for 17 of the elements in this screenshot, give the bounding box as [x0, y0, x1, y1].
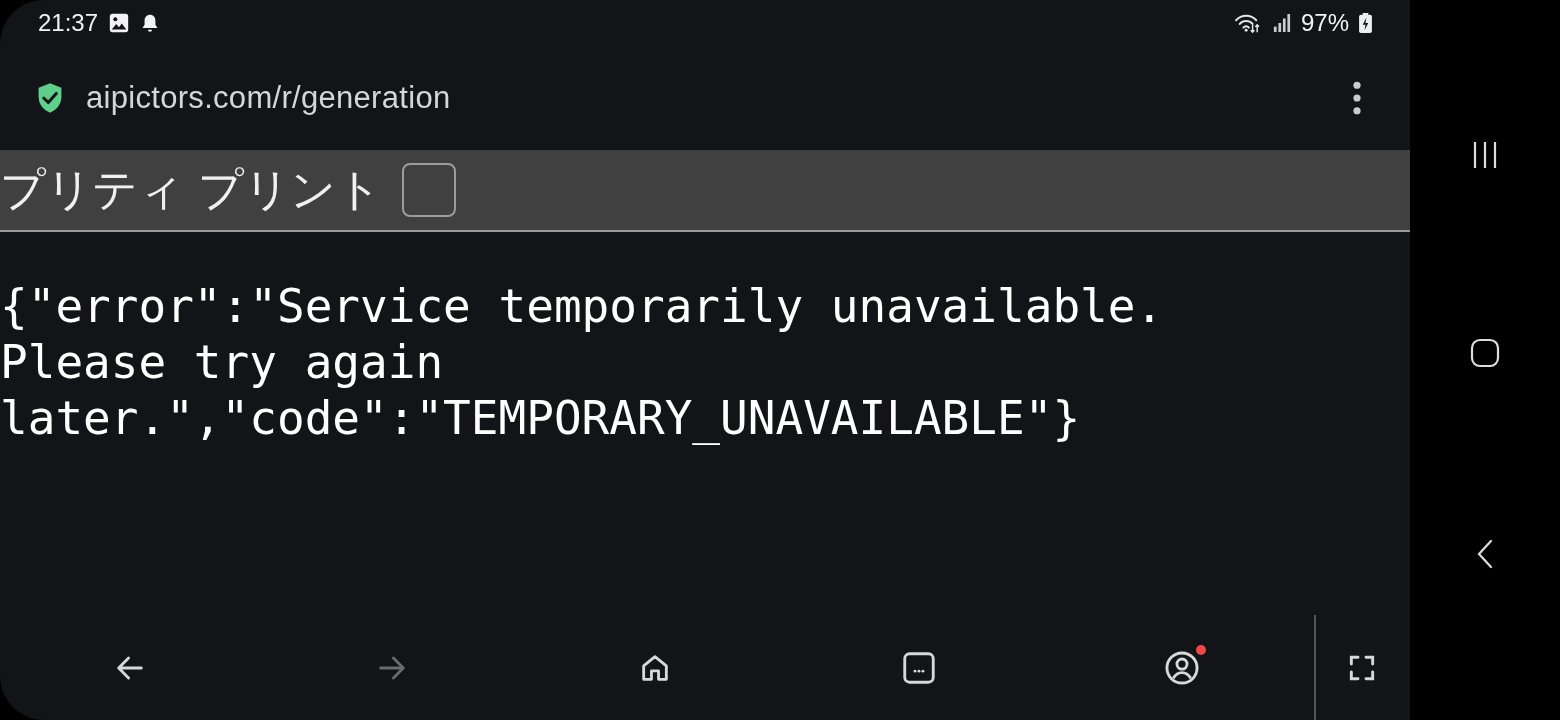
battery-percentage: 97% [1300, 8, 1349, 37]
shield-check-icon [36, 81, 64, 114]
url-text[interactable]: aipictors.com/r/generation [86, 79, 1342, 116]
battery-charging-icon [1359, 11, 1372, 34]
back-button[interactable] [1475, 538, 1495, 570]
vertical-dots-icon [1352, 80, 1362, 115]
rounded-square-icon [1470, 338, 1500, 368]
json-text-line: {"error":"Service temporarily unavailable. [0, 278, 1164, 334]
home-button[interactable] [1470, 338, 1500, 368]
pretty-print-checkbox[interactable] [402, 163, 457, 217]
image-icon [108, 11, 131, 34]
chevron-left-icon [1475, 538, 1495, 570]
clock-time: 21:37 [38, 8, 99, 37]
signal-icon [1272, 11, 1291, 34]
json-text-line: Please try again [0, 334, 444, 390]
json-text-line: later.","code":"TEMPORARY_UNAVAILABLE"} [0, 390, 1081, 446]
pretty-print-label: プリティ プリント [0, 162, 383, 218]
